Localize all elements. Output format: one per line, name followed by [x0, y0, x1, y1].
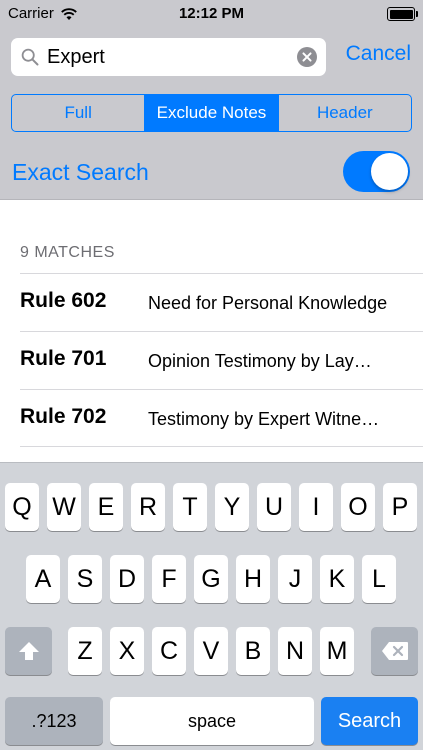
key-b[interactable]: B — [236, 627, 270, 675]
rule-title: Testimony by Expert Witne… — [148, 409, 380, 429]
shift-key[interactable] — [5, 627, 52, 675]
rule-title: Opinion Testimony by Lay… — [148, 351, 372, 371]
status-bar: Carrier 12:12 PM — [0, 0, 423, 28]
key-p[interactable]: P — [383, 483, 417, 531]
search-scope-control: Full Exclude Notes Header — [11, 94, 412, 132]
results-list: 9 MATCHES Rule 602 Need for Personal Kno… — [0, 200, 423, 462]
key-r[interactable]: R — [131, 483, 165, 531]
segment-exclude-notes[interactable]: Exclude Notes — [145, 95, 279, 131]
rule-number: Rule 702 — [20, 405, 107, 428]
search-key[interactable]: Search — [321, 697, 418, 745]
key-j[interactable]: J — [278, 555, 312, 603]
search-input[interactable]: Expert — [47, 46, 105, 69]
search-header: Expert Cancel Full Exclude Notes Header … — [0, 28, 423, 200]
key-f[interactable]: F — [152, 555, 186, 603]
key-h[interactable]: H — [236, 555, 270, 603]
key-l[interactable]: L — [362, 555, 396, 603]
key-w[interactable]: W — [47, 483, 81, 531]
key-y[interactable]: Y — [215, 483, 249, 531]
key-v[interactable]: V — [194, 627, 228, 675]
toggle-knob — [371, 153, 408, 190]
segment-full[interactable]: Full — [12, 95, 146, 131]
result-row[interactable]: Rule 701 Opinion Testimony by Lay… — [0, 331, 423, 389]
result-row[interactable]: Rule 702 Testimony by Expert Witne… — [0, 389, 423, 447]
search-field[interactable]: Expert — [11, 38, 326, 76]
key-d[interactable]: D — [110, 555, 144, 603]
exact-search-toggle[interactable] — [343, 151, 410, 192]
key-s[interactable]: S — [68, 555, 102, 603]
key-c[interactable]: C — [152, 627, 186, 675]
key-o[interactable]: O — [341, 483, 375, 531]
battery-icon — [387, 7, 418, 21]
key-q[interactable]: Q — [5, 483, 39, 531]
cancel-button[interactable]: Cancel — [346, 42, 411, 66]
key-k[interactable]: K — [320, 555, 354, 603]
key-x[interactable]: X — [110, 627, 144, 675]
segment-header[interactable]: Header — [279, 95, 411, 131]
list-divider — [20, 446, 423, 447]
key-a[interactable]: A — [26, 555, 60, 603]
shift-icon — [18, 642, 39, 660]
status-time: 12:12 PM — [178, 5, 245, 22]
result-row[interactable]: Rule 602 Need for Personal Knowledge — [0, 273, 423, 331]
backspace-icon — [381, 642, 408, 660]
key-u[interactable]: U — [257, 483, 291, 531]
rule-title: Need for Personal Knowledge — [148, 293, 388, 313]
clear-icon[interactable] — [297, 47, 317, 67]
space-key[interactable]: space — [110, 697, 314, 745]
delete-key[interactable] — [371, 627, 418, 675]
search-icon — [21, 48, 39, 66]
key-m[interactable]: M — [320, 627, 354, 675]
key-t[interactable]: T — [173, 483, 207, 531]
exact-search-label: Exact Search — [12, 159, 149, 185]
key-n[interactable]: N — [278, 627, 312, 675]
matches-count: 9 MATCHES — [20, 244, 115, 261]
key-z[interactable]: Z — [68, 627, 102, 675]
rule-number: Rule 701 — [20, 347, 107, 370]
key-g[interactable]: G — [194, 555, 228, 603]
numbers-key[interactable]: .?123 — [5, 697, 103, 745]
key-i[interactable]: I — [299, 483, 333, 531]
keyboard: Q W E R T Y U I O P A S D F G H J K L Z … — [0, 462, 423, 750]
rule-number: Rule 602 — [20, 289, 107, 312]
key-e[interactable]: E — [89, 483, 123, 531]
